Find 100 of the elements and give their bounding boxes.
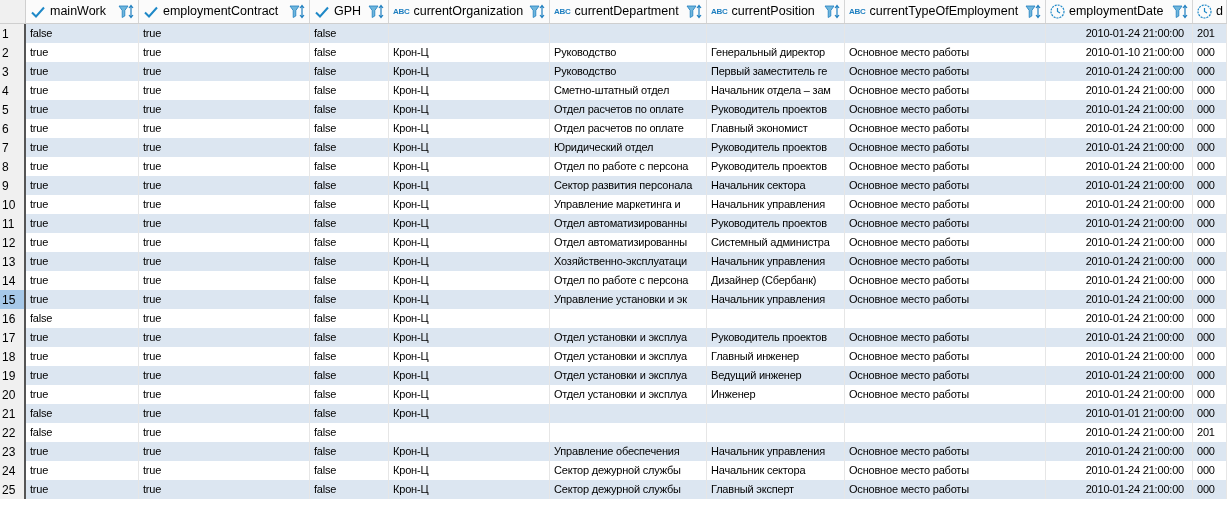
row-number[interactable]: 17 — [0, 328, 26, 347]
table-cell-text: 000 — [1197, 216, 1215, 232]
table-cell-text: Отдел установки и эксплуа — [554, 330, 687, 346]
row-number[interactable]: 3 — [0, 62, 26, 81]
row-number[interactable]: 16 — [0, 309, 26, 328]
table-cell-text: false — [314, 387, 337, 403]
table-cell-text: true — [30, 330, 49, 346]
filter-sort-icon[interactable] — [118, 4, 135, 19]
table-cell-text: Начальник управления — [711, 444, 825, 460]
table-cell-text: Отдел установки и эксплуа — [554, 349, 687, 365]
row-number[interactable]: 13 — [0, 252, 26, 271]
column-header[interactable]: mainWork — [26, 0, 139, 23]
row-number[interactable]: 19 — [0, 366, 26, 385]
table-cell-text: Начальник управления — [711, 292, 825, 308]
clock-icon — [1050, 4, 1065, 19]
table-cell-text: Крон-Ц — [393, 330, 429, 346]
table-cell-text: Крон-Ц — [393, 463, 429, 479]
column-header[interactable]: ABC currentPosition — [707, 0, 845, 23]
filter-sort-icon[interactable] — [1172, 4, 1189, 19]
row-number[interactable]: 9 — [0, 176, 26, 195]
table-cell-text: Крон-Ц — [393, 235, 429, 251]
table-cell-text: Главный экономист — [711, 121, 808, 137]
table-cell-text: 000 — [1197, 292, 1215, 308]
table-cell-text: Первый заместитель ге — [711, 64, 828, 80]
table-cell-text: true — [143, 83, 162, 99]
table-cell-text: false — [314, 83, 337, 99]
row-number[interactable]: 24 — [0, 461, 26, 480]
table-cell-text: Руководитель проектов — [711, 159, 827, 175]
row-number[interactable]: 15 — [0, 290, 26, 309]
column-header[interactable]: employmentContract — [139, 0, 310, 23]
row-number[interactable]: 12 — [0, 233, 26, 252]
row-number[interactable]: 8 — [0, 157, 26, 176]
table-cell-text: Крон-Ц — [393, 83, 429, 99]
table-cell-text: 2010-01-24 21:00:00 — [1085, 444, 1184, 460]
row-number[interactable]: 6 — [0, 119, 26, 138]
row-number[interactable]: 22 — [0, 423, 26, 442]
table-cell-text: true — [143, 463, 162, 479]
table-cell-text: 2010-01-24 21:00:00 — [1085, 330, 1184, 346]
column-header[interactable]: employmentDate — [1046, 0, 1193, 23]
filter-sort-icon[interactable] — [686, 4, 703, 19]
table-cell-text: Основное место работы — [849, 387, 969, 403]
table-cell-text: Руководитель проектов — [711, 330, 827, 346]
table-cell-text: Крон-Ц — [393, 292, 429, 308]
column-header[interactable]: ABC currentOrganization — [389, 0, 550, 23]
row-number[interactable]: 10 — [0, 195, 26, 214]
table-cell-text: false — [314, 235, 337, 251]
table-cell-text: true — [143, 26, 162, 42]
row-number[interactable]: 20 — [0, 385, 26, 404]
table-cell-text: 2010-01-24 21:00:00 — [1085, 368, 1184, 384]
table-cell-text: false — [314, 425, 337, 441]
row-number[interactable]: 5 — [0, 100, 26, 119]
row-number[interactable]: 4 — [0, 81, 26, 100]
column-header[interactable]: GPH — [310, 0, 389, 23]
table-cell-text: false — [314, 102, 337, 118]
check-icon — [143, 4, 159, 19]
column-header[interactable]: d — [1193, 0, 1227, 23]
table-cell-text: 2010-01-01 21:00:00 — [1085, 406, 1184, 422]
row-number[interactable]: 18 — [0, 347, 26, 366]
table-cell-text: Крон-Ц — [393, 368, 429, 384]
table-cell-text: Основное место работы — [849, 349, 969, 365]
table-cell-text: true — [143, 330, 162, 346]
table-cell-text: true — [30, 444, 49, 460]
table-cell-text: 201 — [1197, 26, 1215, 42]
row-number[interactable]: 11 — [0, 214, 26, 233]
filter-sort-icon[interactable] — [289, 4, 306, 19]
table-cell-text: Основное место работы — [849, 444, 969, 460]
row-number[interactable]: 23 — [0, 442, 26, 461]
filter-sort-icon[interactable] — [368, 4, 385, 19]
column-header[interactable]: ABC currentTypeOfEmployment — [845, 0, 1046, 23]
column-header[interactable]: ABC currentDepartment — [550, 0, 707, 23]
filter-sort-icon[interactable] — [529, 4, 546, 19]
table-cell-text: Основное место работы — [849, 273, 969, 289]
table-cell-text: 2010-01-24 21:00:00 — [1085, 463, 1184, 479]
table-cell-text: 2010-01-24 21:00:00 — [1085, 311, 1184, 327]
table-cell-text: true — [30, 140, 49, 156]
filter-sort-icon[interactable] — [824, 4, 841, 19]
row-number[interactable]: 7 — [0, 138, 26, 157]
table-cell-text: true — [30, 197, 49, 213]
table-cell-text: true — [30, 178, 49, 194]
row-number[interactable]: 2 — [0, 43, 26, 62]
row-number[interactable]: 14 — [0, 271, 26, 290]
table-cell-text: Основное место работы — [849, 140, 969, 156]
row-number[interactable]: 1 — [0, 24, 26, 43]
table-cell-text: true — [143, 311, 162, 327]
filter-sort-icon[interactable] — [1025, 4, 1042, 19]
row-number[interactable]: 25 — [0, 480, 26, 499]
table-cell-text: true — [30, 64, 49, 80]
table-cell-text: Крон-Ц — [393, 159, 429, 175]
table-cell-text: Крон-Ц — [393, 444, 429, 460]
table-cell-text: Основное место работы — [849, 254, 969, 270]
table-cell-text: Основное место работы — [849, 121, 969, 137]
text-type-icon: ABC — [711, 7, 728, 16]
table-cell-text: Руководитель проектов — [711, 102, 827, 118]
row-number[interactable]: 21 — [0, 404, 26, 423]
table-cell-text: true — [30, 349, 49, 365]
table-cell-text: false — [314, 64, 337, 80]
table-cell-text: false — [314, 463, 337, 479]
table-cell-text: Основное место работы — [849, 159, 969, 175]
table-cell-text: Основное место работы — [849, 368, 969, 384]
table-cell-text: 2010-01-24 21:00:00 — [1085, 83, 1184, 99]
